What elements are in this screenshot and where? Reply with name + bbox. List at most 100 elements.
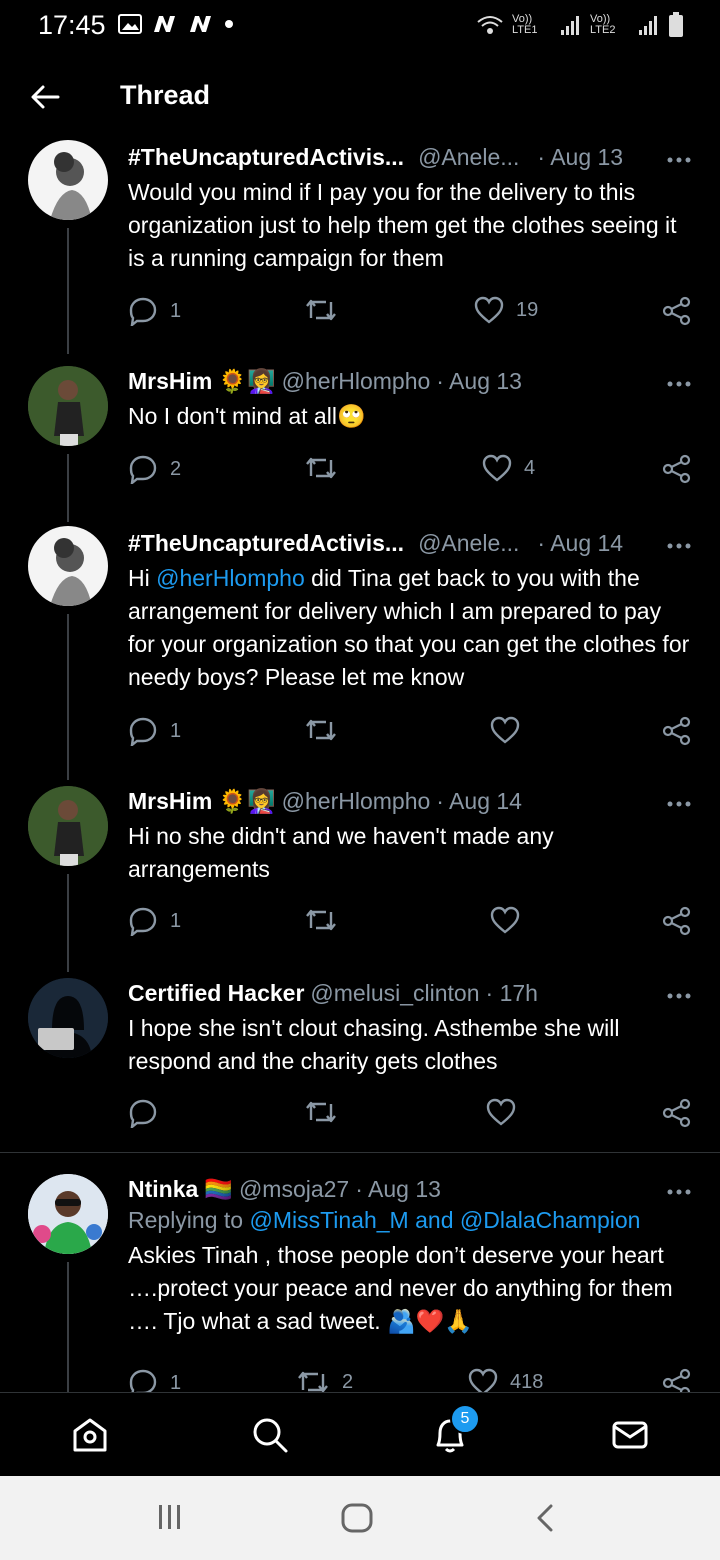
retweet-button[interactable] bbox=[304, 716, 350, 744]
tweet-actions: 1 bbox=[128, 906, 692, 942]
reply-button[interactable]: 1 bbox=[128, 296, 181, 326]
tweet-date[interactable]: · Aug 14 bbox=[537, 528, 623, 558]
tweet-text: Would you mind if I pay you for the deli… bbox=[128, 179, 677, 271]
retweet-button[interactable] bbox=[304, 454, 350, 482]
home-icon[interactable] bbox=[70, 1415, 110, 1455]
author-name[interactable]: #TheUncapturedActivis... bbox=[128, 528, 404, 558]
tweet-item[interactable]: MrsHim 🌻👩‍🏫 @herHlompho · Aug 13 No I do… bbox=[0, 362, 720, 522]
share-button[interactable] bbox=[662, 454, 692, 484]
share-button[interactable] bbox=[662, 716, 692, 746]
author-name[interactable]: Ntinka bbox=[128, 1174, 198, 1204]
retweet-button[interactable] bbox=[304, 296, 350, 324]
tweet-date[interactable]: · Aug 14 bbox=[436, 786, 522, 816]
tweet-text: No I don't mind at all bbox=[128, 403, 337, 429]
tweet-date[interactable]: · Aug 13 bbox=[355, 1174, 441, 1204]
tweet-text-prefix: Hi bbox=[128, 565, 157, 591]
retweet-button[interactable] bbox=[304, 1098, 350, 1126]
reply-icon bbox=[129, 297, 157, 326]
more-icon[interactable] bbox=[666, 156, 692, 164]
like-button[interactable] bbox=[490, 716, 532, 744]
author-handle[interactable]: @melusi_clinton bbox=[310, 978, 479, 1008]
share-button[interactable] bbox=[662, 1368, 692, 1392]
tweet-text: I hope she isn't clout chasing. Asthembe… bbox=[128, 1015, 620, 1074]
author-name[interactable]: MrsHim bbox=[128, 786, 212, 816]
reply-icon bbox=[129, 1369, 157, 1392]
retweet-button[interactable]: 2 bbox=[296, 1368, 353, 1392]
more-icon[interactable] bbox=[666, 380, 692, 388]
system-back-icon[interactable] bbox=[534, 1502, 556, 1534]
more-icon[interactable] bbox=[666, 542, 692, 550]
tweet-actions: 1 bbox=[128, 716, 692, 752]
author-name[interactable]: Certified Hacker bbox=[128, 978, 304, 1008]
mention-link[interactable]: @herHlompho bbox=[156, 565, 305, 591]
tweet-date[interactable]: · 17h bbox=[486, 978, 538, 1008]
reply-button[interactable] bbox=[128, 1098, 170, 1128]
share-button[interactable] bbox=[662, 1098, 692, 1128]
tweet-text: Hi no she didn't and we haven't made any… bbox=[128, 823, 554, 882]
reply-button[interactable]: 1 bbox=[128, 1368, 181, 1392]
replying-to-mentions[interactable]: @MissTinah_M and @DlalaChampion bbox=[249, 1207, 640, 1233]
back-arrow-icon[interactable] bbox=[28, 80, 62, 114]
tweet-date[interactable]: · Aug 13 bbox=[436, 366, 522, 396]
author-handle[interactable]: @Anele... bbox=[418, 142, 519, 172]
more-icon[interactable] bbox=[666, 1188, 692, 1196]
author-name[interactable]: MrsHim bbox=[128, 366, 212, 396]
author-handle[interactable]: @Anele... bbox=[418, 528, 519, 558]
name-emoji: 🏳️‍🌈 bbox=[204, 1176, 233, 1202]
author-handle[interactable]: @herHlompho bbox=[282, 366, 431, 396]
divider bbox=[0, 1152, 720, 1153]
recent-apps-icon[interactable] bbox=[156, 1502, 184, 1532]
notification-badge: 5 bbox=[450, 1404, 480, 1434]
tweet-item[interactable]: MrsHim 🌻👩‍🏫 @herHlompho · Aug 14 Hi no s… bbox=[0, 782, 720, 972]
tweet-item[interactable]: #TheUncapturedActivis... @Anele... · Aug… bbox=[0, 524, 720, 780]
avatar[interactable] bbox=[28, 140, 108, 220]
battery-icon bbox=[669, 12, 683, 37]
like-icon bbox=[474, 296, 504, 324]
more-icon[interactable] bbox=[666, 992, 692, 1000]
like-button[interactable] bbox=[486, 1098, 528, 1126]
sim2-label: Vo)) LTE2 bbox=[590, 13, 616, 36]
author-name[interactable]: #TheUncapturedActivis... bbox=[128, 142, 404, 172]
like-button[interactable] bbox=[490, 906, 532, 934]
avatar[interactable] bbox=[28, 1174, 108, 1254]
retweet-button[interactable] bbox=[304, 906, 350, 934]
author-handle[interactable]: @msoja27 bbox=[239, 1174, 349, 1204]
reply-count: 1 bbox=[170, 299, 182, 322]
system-nav-bar bbox=[0, 1476, 720, 1560]
tweet-item[interactable]: #TheUncapturedActivis... @Anele... · Aug… bbox=[0, 138, 720, 354]
home-button-icon[interactable] bbox=[340, 1502, 374, 1534]
avatar[interactable] bbox=[28, 978, 108, 1058]
like-icon bbox=[468, 1368, 498, 1392]
tweet-actions bbox=[128, 1098, 692, 1134]
reply-button[interactable]: 1 bbox=[128, 716, 181, 746]
tweet-item[interactable]: Ntinka 🏳️‍🌈 @msoja27 · Aug 13 Replying t… bbox=[0, 1170, 720, 1392]
thread-line bbox=[67, 1262, 69, 1392]
like-button[interactable]: 4 bbox=[482, 454, 535, 482]
like-count: 19 bbox=[516, 298, 539, 321]
tweet-item[interactable]: Certified Hacker @melusi_clinton · 17h I… bbox=[0, 974, 720, 1150]
tweet-date[interactable]: · Aug 13 bbox=[537, 142, 623, 172]
avatar[interactable] bbox=[28, 786, 108, 866]
thread-header: Thread bbox=[0, 56, 720, 136]
like-button[interactable]: 418 bbox=[468, 1368, 543, 1392]
like-button[interactable]: 19 bbox=[474, 296, 538, 324]
search-icon[interactable] bbox=[250, 1415, 290, 1455]
reply-button[interactable]: 2 bbox=[128, 454, 181, 484]
share-button[interactable] bbox=[662, 296, 692, 326]
reply-count: 1 bbox=[170, 719, 182, 742]
share-icon bbox=[662, 1368, 691, 1392]
reply-button[interactable]: 1 bbox=[128, 906, 181, 936]
like-count: 4 bbox=[524, 456, 536, 479]
retweet-icon bbox=[306, 299, 336, 321]
author-handle[interactable]: @herHlompho bbox=[282, 786, 431, 816]
more-icon[interactable] bbox=[666, 800, 692, 808]
gallery-icon bbox=[118, 14, 142, 34]
thread-line bbox=[67, 614, 69, 780]
share-icon bbox=[662, 454, 691, 484]
avatar[interactable] bbox=[28, 366, 108, 446]
messages-icon[interactable] bbox=[610, 1415, 650, 1455]
avatar[interactable] bbox=[28, 526, 108, 606]
like-count: 418 bbox=[510, 1370, 544, 1393]
like-icon bbox=[482, 454, 512, 482]
share-button[interactable] bbox=[662, 906, 692, 936]
